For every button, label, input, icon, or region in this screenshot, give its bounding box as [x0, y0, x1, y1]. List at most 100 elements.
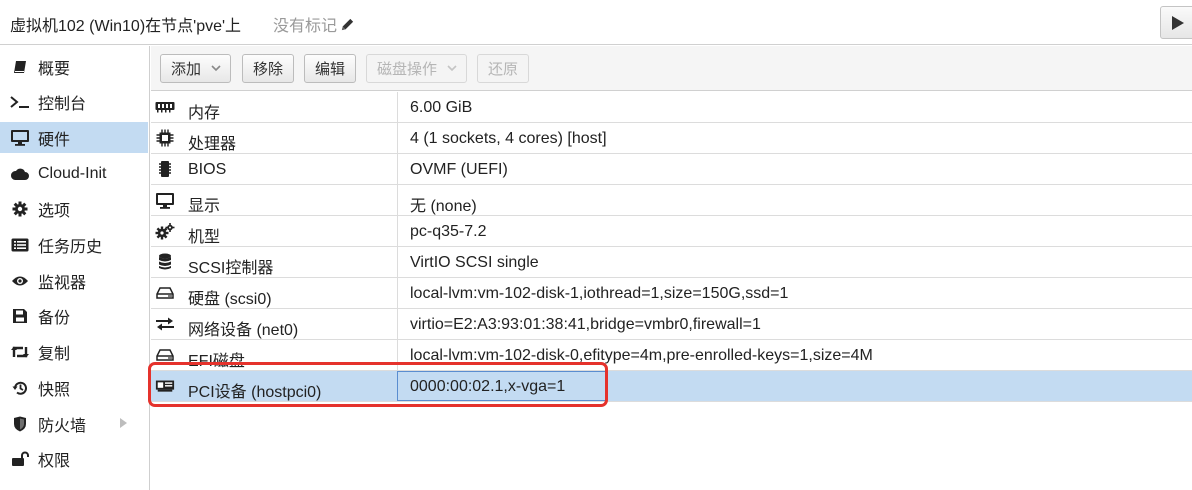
sidebar-item-label: 备份: [38, 310, 71, 328]
sidebar-item-gear[interactable]: 选项: [0, 194, 148, 225]
sidebar-item-label: 权限: [38, 453, 71, 471]
terminal-icon: [0, 87, 38, 118]
sidebar-item-unlock[interactable]: 权限: [0, 444, 148, 475]
retweet-icon: [0, 337, 38, 368]
unlock-icon: [0, 444, 38, 475]
sidebar-item-terminal[interactable]: 控制台: [0, 87, 148, 118]
chevron-down-icon: [211, 64, 221, 73]
title-bar: 虚拟机102 (Win10)在节点'pve'上 没有标记: [0, 0, 1192, 45]
hardware-row-name: 处理器: [188, 136, 237, 153]
tags-label: 没有标记: [273, 18, 338, 35]
cloud-icon: [0, 158, 38, 189]
sidebar-item-eye[interactable]: 监视器: [0, 265, 148, 296]
hardware-row-value: VirtIO SCSI single: [410, 254, 539, 271]
remove-button[interactable]: 移除: [242, 54, 295, 83]
hardware-toolbar: 添加 移除 编辑 磁盘操作 还原: [151, 46, 1192, 91]
hardware-row-name: 硬盘 (scsi0): [188, 291, 272, 308]
hardware-row[interactable]: EFI磁盘 local-lvm:vm-102-disk-0,efitype=4m,…: [151, 340, 1192, 371]
sidebar-item-cloud[interactable]: Cloud-Init: [0, 158, 148, 189]
hardware-row-name: 网络设备 (net0): [188, 322, 299, 339]
column-divider: [397, 340, 398, 370]
hardware-row-value: 无 (none): [410, 198, 477, 215]
sidebar-item-label: 复制: [38, 346, 71, 364]
pencil-icon[interactable]: [340, 17, 355, 32]
sidebar-item-label: Cloud-Init: [38, 164, 107, 182]
hardware-row[interactable]: 机型 pc-q35-7.2: [151, 216, 1192, 247]
revert-button-label: 还原: [488, 61, 519, 78]
hardware-row[interactable]: PCI设备 (hostpci0) 0000:00:02.1,x-vga=1: [151, 371, 1192, 402]
exchange-icon: [155, 315, 175, 333]
hardware-row[interactable]: 内存 6.00 GiB: [151, 92, 1192, 123]
sidebar-item-desktop[interactable]: 硬件: [0, 122, 148, 154]
hardware-row-name: PCI设备 (hostpci0): [188, 384, 322, 401]
sidebar-item-list[interactable]: 任务历史: [0, 230, 148, 261]
hdd-icon: [155, 284, 175, 302]
sidebar-item-label: 硬件: [38, 131, 71, 149]
floppy-icon: [0, 301, 38, 332]
hardware-row-value: virtio=E2:A3:93:01:38:41,bridge=vmbr0,fi…: [410, 316, 761, 333]
hardware-row-value: local-lvm:vm-102-disk-0,efitype=4m,pre-e…: [410, 347, 873, 364]
disk-action-label: 磁盘操作: [377, 61, 438, 78]
column-divider: [397, 185, 398, 215]
hdd-icon: [155, 346, 175, 364]
hardware-row-name: SCSI控制器: [188, 260, 274, 277]
add-button[interactable]: 添加: [160, 54, 232, 83]
column-divider: [397, 309, 398, 339]
remove-button-label: 移除: [253, 61, 284, 78]
column-divider: [397, 278, 398, 308]
cpu-icon: [155, 129, 175, 147]
hardware-row[interactable]: BIOS OVMF (UEFI): [151, 154, 1192, 185]
start-button[interactable]: [1160, 6, 1192, 39]
hardware-row-value: 6.00 GiB: [410, 99, 473, 116]
cogs-icon: [155, 222, 175, 240]
column-divider: [397, 247, 398, 277]
hardware-row[interactable]: SCSI控制器 VirtIO SCSI single: [151, 247, 1192, 278]
database-icon: [155, 253, 175, 271]
vm-nav-sidebar: 概要控制台硬件 Cloud-Init 选项任务历史监视器备份复制快照防火墙权限: [0, 46, 150, 490]
revert-button[interactable]: 还原: [477, 54, 530, 83]
sidebar-item-label: 选项: [38, 203, 71, 221]
hardware-row-value: 4 (1 sockets, 4 cores) [host]: [410, 130, 607, 147]
sidebar-item-book[interactable]: 概要: [0, 51, 148, 82]
microchip-icon: [155, 160, 175, 178]
column-divider: [397, 154, 398, 184]
chevron-right-icon: [120, 418, 127, 428]
hardware-row-value: 0000:00:02.1,x-vga=1: [410, 378, 566, 395]
memory-icon: [155, 98, 175, 116]
column-divider: [397, 123, 398, 153]
hardware-row-name: 内存: [188, 105, 221, 122]
add-button-label: 添加: [171, 61, 202, 78]
hardware-row[interactable]: 硬盘 (scsi0) local-lvm:vm-102-disk-1,iothre…: [151, 278, 1192, 309]
hardware-row-value: local-lvm:vm-102-disk-1,iothread=1,size=…: [410, 285, 789, 302]
disk-action-button[interactable]: 磁盘操作: [366, 54, 468, 83]
page-title: 虚拟机102 (Win10)在节点'pve'上: [10, 18, 242, 35]
hardware-row-name: EFI磁盘: [188, 353, 245, 370]
edit-button[interactable]: 编辑: [304, 54, 357, 83]
history-icon: [0, 372, 38, 403]
hardware-row[interactable]: 网络设备 (net0) virtio=E2:A3:93:01:38:41,brid…: [151, 309, 1192, 340]
eye-icon: [0, 265, 38, 296]
sidebar-item-label: 防火墙: [38, 417, 87, 435]
desktop-icon: [0, 122, 38, 153]
hardware-row[interactable]: 显示 无 (none): [151, 185, 1192, 216]
sidebar-item-floppy[interactable]: 备份: [0, 301, 148, 332]
sidebar-item-label: 监视器: [38, 274, 87, 292]
sidebar-item-shield[interactable]: 防火墙: [0, 408, 148, 439]
sidebar-item-label: 控制台: [38, 96, 87, 114]
hardware-row-name: 显示: [188, 198, 221, 215]
hardware-row-value: OVMF (UEFI): [410, 161, 508, 178]
column-divider: [397, 92, 398, 122]
monitor-icon: [155, 191, 175, 209]
sidebar-item-label: 概要: [38, 60, 71, 78]
book-icon: [0, 51, 38, 82]
pci-card-icon: [155, 377, 175, 395]
tags-editor[interactable]: 没有标记: [273, 12, 355, 36]
sidebar-item-label: 快照: [38, 381, 71, 399]
list-icon: [0, 230, 38, 261]
column-divider: [397, 216, 398, 246]
hardware-row-name: BIOS: [188, 161, 227, 178]
sidebar-item-retweet[interactable]: 复制: [0, 337, 148, 368]
sidebar-item-history[interactable]: 快照: [0, 372, 148, 403]
hardware-row-name: 机型: [188, 229, 221, 246]
hardware-row[interactable]: 处理器 4 (1 sockets, 4 cores) [host]: [151, 123, 1192, 154]
